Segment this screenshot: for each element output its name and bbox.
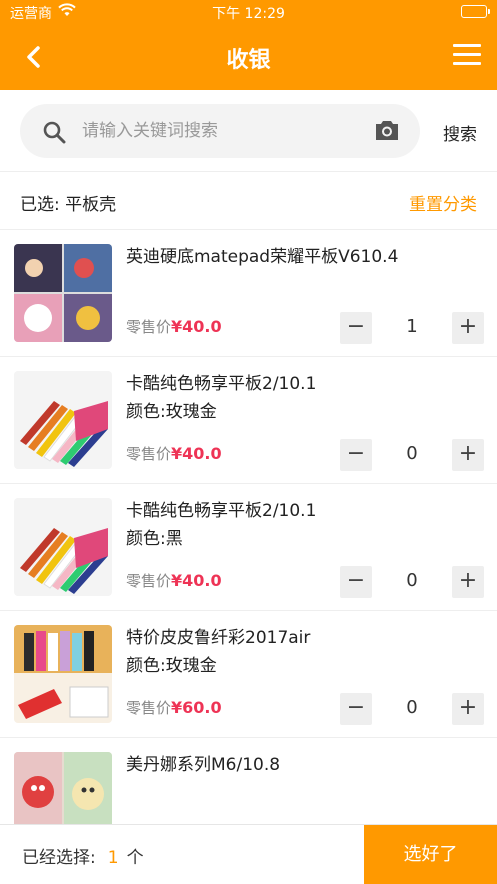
filter-row: 已选: 平板壳 重置分类 xyxy=(0,172,497,230)
search-input[interactable] xyxy=(82,116,362,146)
increment-button[interactable]: + xyxy=(452,693,484,725)
product-name: 英迪硬底matepad荣耀平板V610.4 xyxy=(126,247,399,267)
price-label: 零售价 xyxy=(126,445,172,463)
increment-button[interactable]: + xyxy=(452,439,484,471)
product-item[interactable]: 卡酷纯色畅享平板2/10.1 颜色:黑 零售价¥40.0 − 0 + xyxy=(0,484,497,611)
page-title: 收银 xyxy=(226,48,271,73)
clock: 下午 12:29 xyxy=(212,6,285,22)
search-row: 搜索 xyxy=(0,90,497,172)
price-value: ¥60.0 xyxy=(171,698,222,717)
selected-count-prefix: 已经选择: xyxy=(22,848,96,868)
quantity-stepper: − 0 + xyxy=(340,566,484,598)
product-attribute: 颜色:玫瑰金 xyxy=(126,402,217,422)
selected-count: 已经选择: 1 个 xyxy=(22,843,144,868)
price-label: 零售价 xyxy=(126,318,172,336)
price-label: 零售价 xyxy=(126,572,172,590)
product-thumbnail xyxy=(14,498,112,596)
search-icon xyxy=(43,121,66,144)
quantity-value: 0 xyxy=(406,570,418,591)
product-price: 零售价¥60.0 xyxy=(126,697,222,718)
product-thumbnail xyxy=(14,752,112,824)
quantity-value: 1 xyxy=(406,316,418,337)
price-value: ¥40.0 xyxy=(171,444,222,463)
product-price: 零售价¥40.0 xyxy=(126,570,222,591)
increment-button[interactable]: + xyxy=(452,312,484,344)
decrement-button[interactable]: − xyxy=(340,566,372,598)
product-thumbnail xyxy=(14,371,112,469)
product-price: 零售价¥40.0 xyxy=(126,443,222,464)
product-attribute: 颜色:玫瑰金 xyxy=(126,656,217,676)
price-value: ¥40.0 xyxy=(171,317,222,336)
decrement-button[interactable]: − xyxy=(340,693,372,725)
quantity-stepper: − 0 + xyxy=(340,439,484,471)
selected-category: 已选: 平板壳 xyxy=(20,195,117,215)
confirm-selection-button[interactable]: 选好了 xyxy=(364,825,497,884)
product-name: 特价皮皮鲁纤彩2017air xyxy=(126,628,311,648)
product-item[interactable]: 英迪硬底matepad荣耀平板V610.4 零售价¥40.0 − 1 + xyxy=(0,230,497,357)
quantity-value: 0 xyxy=(406,697,418,718)
product-name: 美丹娜系列M6/10.8 xyxy=(126,755,281,775)
product-price: 零售价¥40.0 xyxy=(126,316,222,337)
selected-count-value: 1 xyxy=(107,848,119,868)
bottom-bar: 已经选择: 1 个 选好了 xyxy=(0,824,497,884)
quantity-value: 0 xyxy=(406,443,418,464)
quantity-stepper: − 1 + xyxy=(340,312,484,344)
decrement-button[interactable]: − xyxy=(340,312,372,344)
status-bar: 运营商 下午 12:29 xyxy=(0,0,497,24)
product-item[interactable]: 美丹娜系列M6/10.8 xyxy=(0,738,497,824)
product-name: 卡酷纯色畅享平板2/10.1 xyxy=(126,501,317,521)
selected-count-suffix: 个 xyxy=(126,848,144,868)
menu-icon[interactable] xyxy=(453,44,481,70)
product-name: 卡酷纯色畅享平板2/10.1 xyxy=(126,374,317,394)
decrement-button[interactable]: − xyxy=(340,439,372,471)
product-thumbnail xyxy=(14,625,112,723)
search-box[interactable] xyxy=(20,104,420,158)
nav-bar: 收银 xyxy=(0,24,497,90)
camera-icon[interactable] xyxy=(374,118,400,142)
quantity-stepper: − 0 + xyxy=(340,693,484,725)
product-list: 英迪硬底matepad荣耀平板V610.4 零售价¥40.0 − 1 + 卡酷纯… xyxy=(0,230,497,824)
reset-category-button[interactable]: 重置分类 xyxy=(409,190,477,215)
increment-button[interactable]: + xyxy=(452,566,484,598)
search-button[interactable]: 搜索 xyxy=(443,120,477,145)
price-label: 零售价 xyxy=(126,699,172,717)
product-item[interactable]: 特价皮皮鲁纤彩2017air 颜色:玫瑰金 零售价¥60.0 − 0 + xyxy=(0,611,497,738)
product-item[interactable]: 卡酷纯色畅享平板2/10.1 颜色:玫瑰金 零售价¥40.0 − 0 + xyxy=(0,357,497,484)
battery-icon xyxy=(461,5,490,18)
product-thumbnail xyxy=(14,244,112,342)
price-value: ¥40.0 xyxy=(171,571,222,590)
product-attribute: 颜色:黑 xyxy=(126,529,183,549)
